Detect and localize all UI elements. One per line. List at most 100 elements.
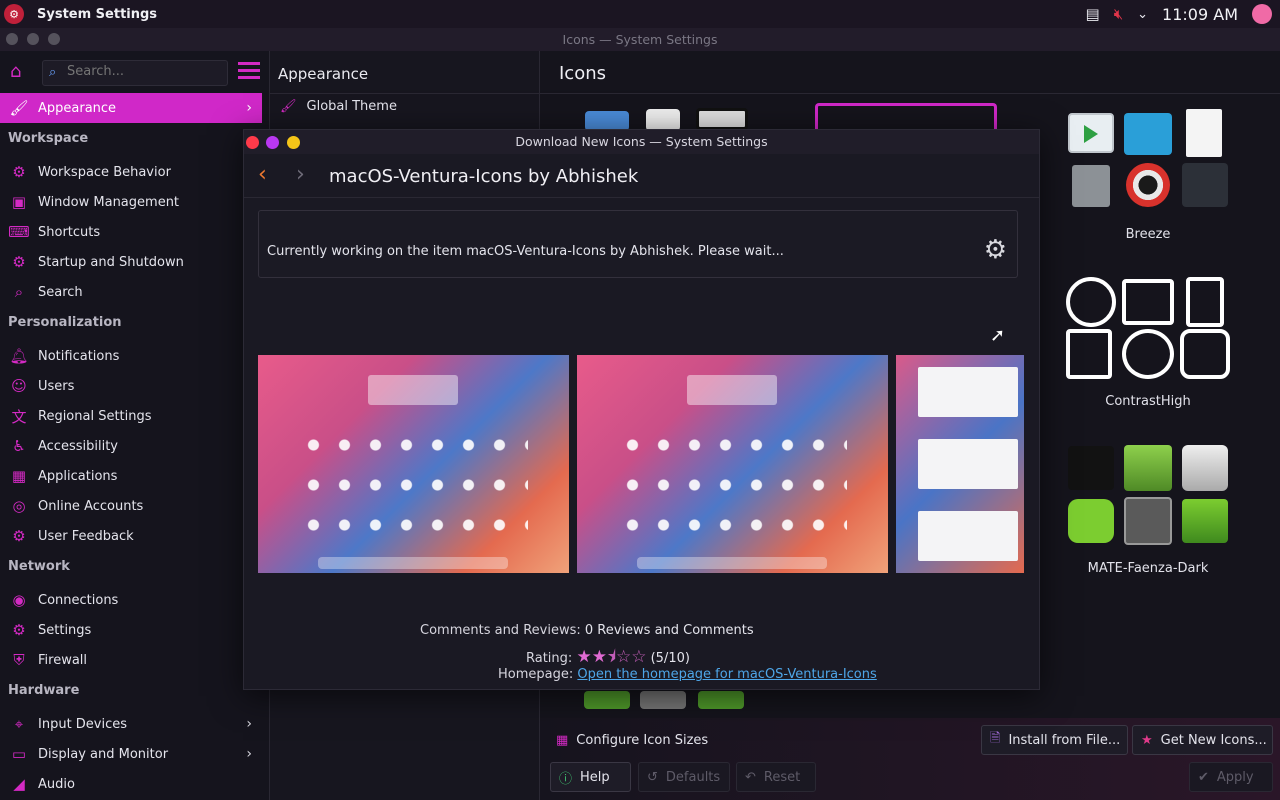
sidebar-item-applications[interactable]: ▦ Applications — [0, 461, 262, 491]
search-field[interactable]: ⌕ — [42, 60, 228, 86]
sidebar-item-shortcuts[interactable]: ⌨ Shortcuts — [0, 217, 262, 247]
folder-icon — [1124, 113, 1172, 155]
folder-icon — [584, 691, 630, 709]
forward-arrow-icon[interactable]: › — [296, 162, 305, 187]
sidebar-item-audio[interactable]: ◢ Audio — [0, 769, 262, 799]
tools-icon — [1180, 329, 1230, 379]
get-new-icons-button[interactable]: ★ Get New Icons... — [1132, 725, 1273, 755]
brush-icon: 🖌︎ — [280, 99, 297, 114]
folder-icon — [585, 111, 629, 131]
help-button[interactable]: ⓘ Help — [550, 762, 631, 792]
reset-icon: ↶ — [745, 769, 756, 785]
star-half-icon: ⯨ — [606, 647, 616, 667]
sidebar-item-connections[interactable]: ◉ Connections — [0, 585, 262, 615]
main-window-titlebar: Icons — System Settings — [0, 28, 1280, 51]
theme-name[interactable]: MATE-Faenza-Dark — [1048, 561, 1248, 576]
sidebar-item-appearance[interactable]: 🖌︎ Appearance › — [0, 93, 262, 123]
volume-muted-icon[interactable]: 🔇︎ — [1114, 5, 1123, 23]
sidebar-item-workspace-behavior[interactable]: ⚙ Workspace Behavior — [0, 157, 262, 187]
star-filled-icon: ★ — [576, 647, 592, 667]
sidebar-item-accessibility[interactable]: ♿︎ Accessibility — [0, 431, 262, 461]
button-label: Reset — [763, 769, 801, 785]
star-filled-icon: ★ — [591, 647, 607, 667]
sidebar-item-user-feedback[interactable]: ⚙ User Feedback — [0, 521, 262, 551]
sidebar-item-startup-and-shutdown[interactable]: ⚙ Startup and Shutdown — [0, 247, 262, 277]
search-input[interactable] — [67, 64, 217, 79]
clock[interactable]: 11:09 AM — [1162, 5, 1238, 24]
reset-button[interactable]: ↶ Reset — [736, 762, 816, 792]
preferences-icon — [640, 691, 686, 709]
gears-icon — [1068, 446, 1114, 490]
search-icon: ⌕ — [49, 65, 57, 80]
sidebar-item-online-accounts[interactable]: ◎ Online Accounts — [0, 491, 262, 521]
avatar[interactable] — [1252, 4, 1272, 24]
install-from-file-button[interactable]: 🗎︎ Install from File... — [981, 725, 1128, 755]
folder-icon — [1124, 445, 1172, 491]
sidebar-section-heading: Network — [8, 559, 70, 574]
comments-row: Comments and Reviews: 0 Reviews and Comm… — [420, 623, 754, 638]
sidebar-item-display-and-monitor[interactable]: ▭ Display and Monitor › — [0, 739, 262, 769]
button-label: Defaults — [665, 769, 721, 785]
sidebar-item-settings[interactable]: ⚙ Settings — [0, 615, 262, 645]
accessibility-icon: ♿︎ — [12, 437, 26, 455]
sidebar-item-firewall[interactable]: ⛨ Firewall — [0, 645, 262, 675]
selected-theme-card[interactable] — [815, 103, 997, 129]
info-icon — [1068, 499, 1114, 543]
configure-icon-sizes-button[interactable]: ▦ Configure Icon Sizes — [548, 725, 711, 755]
sidebar-item-window-management[interactable]: ▣ Window Management — [0, 187, 262, 217]
screenshot-thumbnail[interactable] — [258, 355, 569, 573]
homepage-link[interactable]: Open the homepage for macOS-Ventura-Icon… — [577, 667, 876, 682]
chevron-right-icon: › — [246, 100, 252, 116]
trash-icon — [1182, 445, 1228, 491]
system-settings-app-icon[interactable]: ⚙ — [4, 4, 24, 24]
sidebar-item-notifications[interactable]: 🔔︎ Notifications — [0, 341, 262, 371]
sidebar-item-label: Accessibility — [38, 438, 118, 454]
sidebar-item-search[interactable]: ⌕ Search — [0, 277, 262, 307]
star-empty-icon: ☆ — [631, 647, 647, 667]
button-label: Install from File... — [1008, 732, 1121, 748]
sidebar-item-label: Appearance — [38, 100, 117, 116]
brush-icon: 🖌︎ — [9, 99, 29, 117]
sidebar-item-label: Shortcuts — [38, 224, 101, 240]
sidebar-item-label: Firewall — [38, 652, 88, 668]
top-panel: ⚙ System Settings ▤ 🔇︎ ⌄ 11:09 AM — [0, 0, 1280, 28]
mouse-icon: ⌖ — [14, 715, 24, 733]
theme-name[interactable]: ContrastHigh — [1048, 394, 1248, 409]
sidebar-item-label: Display and Monitor — [38, 746, 169, 762]
sidebar-item-label: User Feedback — [38, 528, 134, 544]
clipboard-icon[interactable]: ▤ — [1086, 5, 1100, 23]
defaults-button[interactable]: ↺ Defaults — [638, 762, 730, 792]
chevron-down-icon[interactable]: ⌄ — [1137, 7, 1148, 22]
screenshot-thumbnail[interactable] — [577, 355, 888, 573]
back-arrow-icon[interactable]: ‹ — [258, 162, 267, 187]
homepage-label: Homepage: — [498, 667, 574, 682]
help-lifebuoy-icon — [1126, 163, 1170, 207]
item-title: macOS-Ventura-Icons by Abhishek — [329, 166, 639, 187]
accounts-icon: ◎ — [12, 497, 26, 515]
hamburger-menu-button[interactable] — [238, 62, 260, 80]
bell-icon: 🔔︎ — [9, 347, 29, 365]
monitor-icon — [696, 108, 748, 130]
sidebar-item-input-devices[interactable]: ⌖ Input Devices › — [0, 709, 262, 739]
theme-name[interactable]: Breeze — [1048, 227, 1248, 242]
active-app-title: System Settings — [37, 6, 158, 22]
sidebar-item-label: Search — [38, 284, 83, 300]
power-gear-icon: ⚙ — [12, 253, 26, 271]
home-icon[interactable]: ⌂ — [10, 61, 21, 82]
help-icon: ⓘ — [559, 771, 573, 787]
comments-label: Comments and Reviews: — [420, 623, 581, 638]
settings-sliders-icon — [1182, 163, 1228, 207]
screenshot-thumbnail[interactable] — [896, 355, 1024, 573]
shield-icon: ⛨ — [13, 651, 25, 669]
sidebar-section-heading: Hardware — [8, 683, 80, 698]
trash-icon — [1072, 165, 1110, 207]
search-icon: ⌕ — [14, 283, 24, 301]
sidebar-item-users[interactable]: ☺ Users — [0, 371, 262, 401]
grid-icon: ▦ — [556, 732, 569, 748]
apply-button[interactable]: ✔ Apply — [1189, 762, 1273, 792]
rating-label: Rating: — [526, 651, 573, 666]
global-theme-item[interactable]: 🖌︎ Global Theme — [280, 99, 397, 114]
download-dialog: Download New Icons — System Settings ‹ ›… — [243, 129, 1040, 690]
sidebar-item-label: Applications — [38, 468, 118, 484]
sidebar-item-regional-settings[interactable]: 文 Regional Settings — [0, 401, 262, 431]
